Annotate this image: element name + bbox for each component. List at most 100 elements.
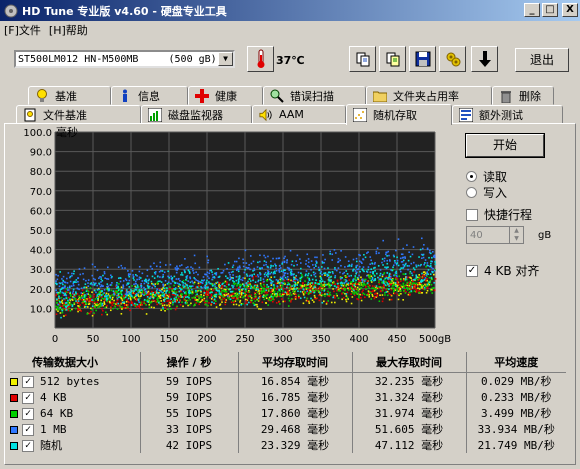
data-point [145, 292, 148, 294]
data-point [93, 299, 95, 302]
data-point [61, 278, 63, 280]
data-point [395, 285, 397, 287]
tab-info[interactable]: 信息 [111, 86, 188, 105]
data-point [174, 288, 177, 291]
data-point [423, 278, 426, 281]
data-point [110, 302, 113, 305]
exit-button[interactable]: 退出 [515, 48, 569, 72]
data-point [396, 275, 398, 278]
quick-stroke-checkbox[interactable] [466, 208, 478, 221]
data-point [289, 292, 292, 294]
data-point [160, 281, 163, 283]
data-point [84, 297, 86, 300]
series-checkbox[interactable]: ✓ [22, 423, 34, 436]
data-point [384, 292, 386, 294]
tab-file-benchmark[interactable]: 文件基准 [16, 105, 141, 124]
data-point [336, 294, 338, 297]
tab-disk-monitor[interactable]: 磁盘监视器 [141, 105, 252, 124]
write-radio[interactable] [466, 187, 477, 198]
data-point [413, 286, 415, 289]
data-point [67, 291, 69, 294]
data-point [282, 290, 284, 292]
start-button[interactable]: 开始 [465, 133, 545, 158]
tab-health[interactable]: 健康 [188, 86, 263, 105]
data-point [69, 293, 72, 296]
series-checkbox[interactable]: ✓ [22, 407, 34, 420]
data-point [176, 267, 178, 269]
data-point [131, 270, 134, 272]
quick-stroke-label: 快捷行程 [484, 208, 533, 222]
data-point [259, 294, 262, 297]
trash-icon [499, 89, 513, 103]
tab-aam[interactable]: AAM [252, 105, 346, 124]
data-point [133, 279, 135, 281]
save-button[interactable] [409, 46, 436, 72]
data-point [386, 276, 388, 279]
data-point [73, 270, 75, 273]
chevron-down-icon[interactable]: ▼ [218, 52, 233, 66]
tab-benchmark[interactable]: 基准 [28, 86, 111, 105]
data-point [355, 288, 357, 290]
tab-folder-usage[interactable]: 文件夹占用率 [366, 86, 492, 105]
data-point [244, 288, 247, 291]
series-checkbox[interactable]: ✓ [22, 391, 34, 404]
minimize-button[interactable]: _ [524, 3, 540, 17]
tab-extra-tests[interactable]: 额外测试 [452, 105, 563, 124]
spinner-arrows-icon[interactable]: ▲ ▼ [509, 227, 523, 243]
data-point [306, 253, 309, 256]
align-4kb-checkbox[interactable]: ✓ [466, 264, 478, 277]
data-point [200, 293, 202, 296]
align-4kb-option[interactable]: ✓ 4 KB 对齐 [466, 262, 539, 279]
data-point [138, 295, 140, 298]
data-point [113, 302, 116, 305]
data-point [164, 284, 167, 286]
data-point [242, 258, 244, 261]
table-row: ✓ 随机 42 IOPS 23.329 毫秒 47.112 毫秒 21.749 MB/秒 [10, 437, 566, 453]
data-point [152, 292, 155, 294]
data-point [273, 295, 276, 297]
download-button[interactable] [471, 46, 498, 72]
read-option[interactable]: 读取 [466, 168, 507, 185]
options-button[interactable] [439, 46, 466, 72]
data-point [122, 280, 125, 282]
write-option[interactable]: 写入 [466, 184, 507, 201]
copy-button[interactable] [349, 46, 376, 72]
menu-help[interactable]: [H]帮助 [49, 22, 88, 38]
menu-file[interactable]: [F]文件 [4, 22, 41, 38]
health-cross-icon [195, 88, 209, 103]
tab-error-scan[interactable]: 错误扫描 [263, 86, 366, 105]
drive-select[interactable]: ST500LM012 HN-M500MB (500 gB) ▼ [14, 50, 235, 68]
data-point [263, 287, 265, 290]
series-checkbox[interactable]: ✓ [22, 375, 34, 388]
data-point [378, 286, 380, 288]
data-point [67, 272, 70, 274]
data-point [305, 286, 307, 289]
data-point [242, 262, 245, 264]
maximize-button[interactable]: □ [542, 3, 558, 17]
data-point [305, 263, 307, 265]
data-point [336, 289, 338, 292]
data-point [238, 304, 240, 307]
tab-erase[interactable]: 删除 [492, 86, 554, 105]
data-point [227, 296, 229, 299]
copy-all-button[interactable] [379, 46, 406, 72]
series-checkbox[interactable]: ✓ [22, 440, 34, 452]
tab-random-access[interactable]: 随机存取 [346, 104, 452, 125]
data-point [63, 281, 66, 283]
data-point [221, 289, 224, 292]
quick-stroke-spinner[interactable]: 40 ▲ ▼ [466, 226, 524, 244]
data-point [121, 295, 123, 297]
quick-stroke-option[interactable]: 快捷行程 [466, 206, 532, 223]
data-point [344, 289, 346, 292]
thermometer-button[interactable] [247, 46, 274, 72]
close-button[interactable]: X [562, 3, 578, 17]
data-point [174, 298, 176, 301]
data-point [368, 295, 371, 298]
data-point [308, 288, 310, 291]
read-radio[interactable] [466, 171, 477, 182]
data-point [143, 298, 146, 301]
data-point [93, 289, 96, 292]
data-point [157, 280, 160, 283]
data-point [187, 304, 189, 307]
data-point [389, 275, 392, 278]
